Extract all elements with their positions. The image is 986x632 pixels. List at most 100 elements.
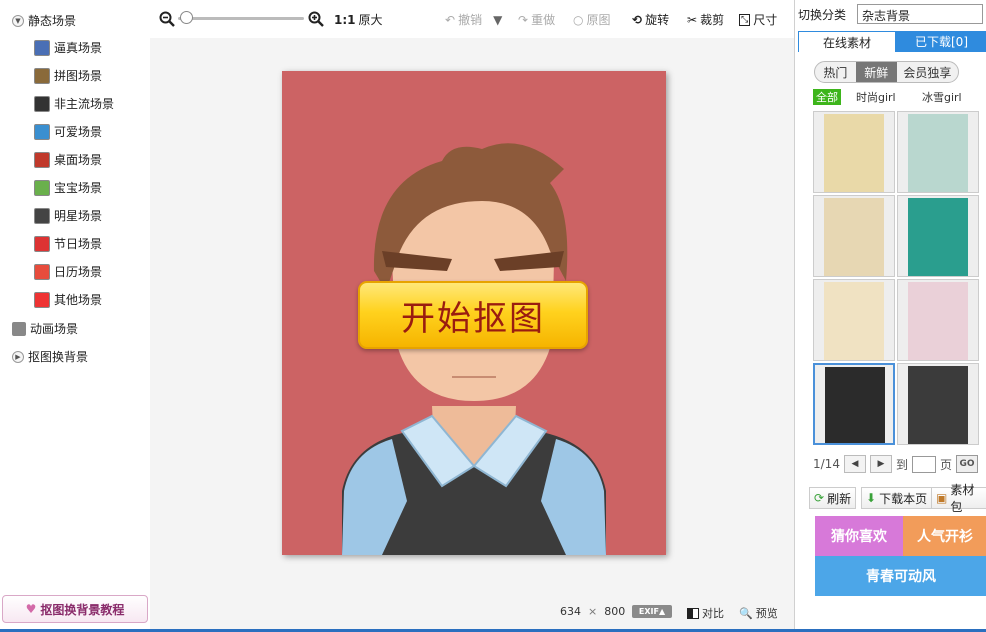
scene-icon bbox=[34, 263, 50, 280]
material-thumbnail[interactable] bbox=[813, 363, 895, 445]
sidebar-item-3[interactable]: 可爱场景 bbox=[34, 123, 102, 140]
original-image-label: 原图 bbox=[586, 13, 611, 27]
expand-icon[interactable]: ▶ bbox=[12, 350, 24, 363]
material-thumbnail[interactable] bbox=[897, 279, 979, 361]
static-group[interactable]: ▼ 静态场景 bbox=[12, 12, 76, 29]
to-label: 到 bbox=[895, 457, 908, 472]
material-thumbnail[interactable] bbox=[897, 195, 979, 277]
app-window: ▼ 静态场景 逼真场景拼图场景非主流场景可爱场景桌面场景宝宝场景明星场景节日场景… bbox=[0, 0, 986, 632]
sidebar-item-2[interactable]: 非主流场景 bbox=[34, 95, 114, 112]
animated-group-label: 动画场景 bbox=[30, 322, 79, 336]
size-label: 尺寸 bbox=[753, 13, 778, 27]
banner-popular-cardigan[interactable]: 人气开衫 bbox=[903, 516, 986, 556]
material-thumbnail[interactable] bbox=[897, 363, 979, 445]
scene-icon bbox=[34, 291, 50, 308]
original-size-button[interactable]: 1:1 原大 bbox=[334, 11, 383, 28]
sort-switch: 热门 新鲜 会员独享 bbox=[814, 61, 959, 83]
refresh-label: 刷新 bbox=[827, 491, 852, 506]
zoom-slider-handle[interactable] bbox=[180, 11, 193, 24]
compare-label: 对比 bbox=[702, 607, 724, 620]
sidebar-item-5[interactable]: 宝宝场景 bbox=[34, 179, 102, 196]
tutorial-button[interactable]: ♥ 抠图换背景教程 bbox=[2, 595, 148, 623]
scene-icon bbox=[34, 179, 50, 196]
compare-button[interactable]: 对比 bbox=[687, 605, 724, 621]
category-label: 切换分类 bbox=[798, 8, 847, 22]
preview-icon: 🔍 bbox=[739, 606, 753, 620]
page-input[interactable] bbox=[911, 455, 936, 473]
thumbnail-image bbox=[908, 282, 968, 360]
cutout-group-label: 抠图换背景 bbox=[28, 350, 89, 364]
next-page-button[interactable]: ▶ bbox=[869, 455, 892, 473]
material-pack-label: 素材包 bbox=[950, 483, 975, 514]
ratio-label: 1:1 bbox=[334, 12, 356, 27]
size-button[interactable]: ⤡ 尺寸 bbox=[739, 11, 777, 28]
undo-button[interactable]: ↶ 撤销 ▼ bbox=[445, 11, 502, 28]
material-thumbnail[interactable] bbox=[897, 111, 979, 193]
go-button[interactable]: GO bbox=[955, 455, 978, 473]
resize-icon: ⤡ bbox=[739, 13, 751, 26]
zoom-out-icon[interactable] bbox=[159, 11, 175, 27]
sidebar-item-0[interactable]: 逼真场景 bbox=[34, 39, 102, 56]
refresh-button[interactable]: ⟳ 刷新 bbox=[809, 487, 857, 509]
pager: 1/14 ◀ ▶ 到 页 GO bbox=[813, 455, 978, 473]
material-thumbnail[interactable] bbox=[813, 279, 895, 361]
rotate-icon: ⟲ bbox=[632, 12, 643, 27]
filter-fashion-girl[interactable]: 时尚girl bbox=[853, 89, 899, 105]
animated-group[interactable]: 动画场景 bbox=[12, 320, 78, 337]
zoom-slider[interactable] bbox=[178, 17, 304, 20]
thumbnail-image bbox=[824, 282, 884, 360]
scissors-icon: ✂ bbox=[687, 12, 698, 27]
sidebar-item-6[interactable]: 明星场景 bbox=[34, 207, 102, 224]
rotate-label: 旋转 bbox=[645, 13, 670, 27]
thumbnail-image bbox=[825, 367, 885, 443]
material-thumbnail[interactable] bbox=[813, 111, 895, 193]
crop-button[interactable]: ✂ 裁剪 bbox=[687, 11, 724, 28]
sidebar-item-label: 其他场景 bbox=[54, 293, 103, 307]
rotate-button[interactable]: ⟲ 旋转 bbox=[632, 11, 669, 28]
sidebar-item-label: 逼真场景 bbox=[54, 41, 103, 55]
exif-label: EXIF bbox=[638, 607, 659, 616]
material-pack-button[interactable]: ▣ 素材包 bbox=[931, 483, 986, 514]
banner-youth-style[interactable]: 青春可动风 bbox=[815, 556, 986, 596]
start-cutout-button[interactable]: 开始抠图 bbox=[358, 281, 588, 349]
package-icon: ▣ bbox=[936, 491, 948, 505]
thumbnail-image bbox=[908, 114, 968, 192]
sort-new[interactable]: 新鲜 bbox=[855, 62, 897, 82]
times-sign: × bbox=[588, 605, 598, 618]
tab-online-material[interactable]: 在线素材 bbox=[798, 31, 896, 52]
category-select[interactable]: 杂志背景 bbox=[857, 4, 983, 24]
sidebar-item-4[interactable]: 桌面场景 bbox=[34, 151, 102, 168]
sort-vip[interactable]: 会员独享 bbox=[897, 62, 958, 82]
material-thumbnail[interactable] bbox=[813, 195, 895, 277]
chevron-down-icon[interactable]: ▼ bbox=[493, 13, 502, 27]
exif-button[interactable]: EXIF ▲ bbox=[632, 605, 672, 618]
hand-icon: ♥ bbox=[25, 602, 37, 616]
sidebar-item-9[interactable]: 其他场景 bbox=[34, 291, 102, 308]
preview-button[interactable]: 🔍 预览 bbox=[739, 605, 778, 621]
sidebar-item-7[interactable]: 节日场景 bbox=[34, 235, 102, 252]
collapse-icon[interactable]: ▼ bbox=[12, 14, 24, 27]
sidebar-item-1[interactable]: 拼图场景 bbox=[34, 67, 102, 84]
original-image-button[interactable]: ○ 原图 bbox=[573, 11, 611, 28]
tab-downloaded[interactable]: 已下载[0] bbox=[896, 31, 986, 52]
scene-icon bbox=[34, 39, 50, 56]
banner-guess-you-like[interactable]: 猜你喜欢 bbox=[815, 516, 903, 556]
tutorial-label: 抠图换背景教程 bbox=[40, 602, 125, 617]
original-size-label: 原大 bbox=[358, 13, 383, 27]
filter-ice-girl[interactable]: 冰雪girl bbox=[919, 89, 965, 105]
zoom-in-icon[interactable] bbox=[308, 11, 324, 27]
prev-page-button[interactable]: ◀ bbox=[843, 455, 866, 473]
download-page-button[interactable]: ⬇ 下载本页 bbox=[861, 487, 933, 509]
sidebar-item-8[interactable]: 日历场景 bbox=[34, 263, 102, 280]
sort-hot[interactable]: 热门 bbox=[815, 62, 856, 82]
cutout-group[interactable]: ▶ 抠图换背景 bbox=[12, 348, 88, 365]
filter-all[interactable]: 全部 bbox=[813, 89, 841, 105]
sidebar-item-label: 明星场景 bbox=[54, 209, 103, 223]
image-height: 800 bbox=[604, 605, 626, 618]
redo-button[interactable]: ↷ 重做 bbox=[518, 11, 555, 28]
thumbnail-image bbox=[824, 114, 884, 192]
sidebar-item-label: 可爱场景 bbox=[54, 125, 103, 139]
refresh-icon: ⟳ bbox=[814, 491, 825, 505]
page-indicator: 1/14 bbox=[813, 457, 840, 471]
sidebar-item-label: 桌面场景 bbox=[54, 153, 103, 167]
